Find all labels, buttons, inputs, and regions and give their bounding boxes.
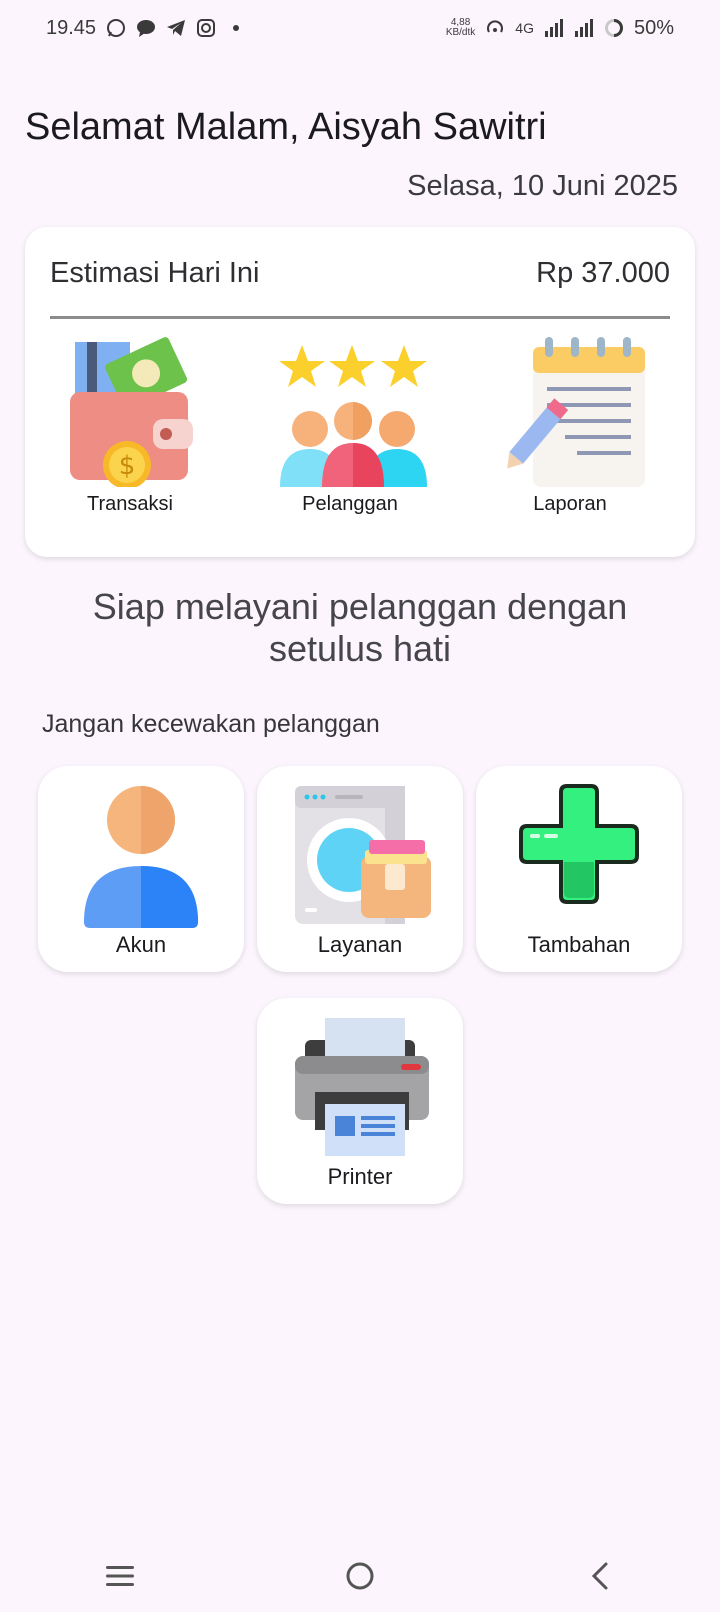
tile-tambahan[interactable]: Tambahan [476,766,682,972]
tagline-line1: Siap melayani pelanggan dengan [92,586,628,627]
menu-laporan[interactable]: Laporan [485,337,655,516]
telegram-icon [166,18,186,38]
tile-layanan-label: Layanan [317,932,403,957]
signal-icon [544,18,564,38]
tagline-line2: setulus hati [268,628,452,669]
status-left: 19.45 [46,17,246,40]
chat-icon [136,18,156,38]
status-time: 19.45 [46,16,97,39]
network-type: 4G [515,20,534,36]
menu-icon[interactable] [90,1546,150,1606]
signal-icon-2 [574,18,594,38]
current-date: Selasa, 10 Juni 2025 [407,170,678,202]
estimate-row: Estimasi Hari Ini Rp 37.000 [50,257,670,290]
status-right: 4,88 KB/dtk 4G 50% [446,17,674,40]
whatsapp-icon [106,18,126,38]
menu-pelanggan[interactable]: Pelanggan [265,337,435,516]
greeting-title: Selamat Malam, Aisyah Sawitri [25,106,547,148]
tile-layanan[interactable]: Layanan [257,766,463,972]
battery-percent: 50% [633,16,674,39]
hotspot-icon [485,18,505,38]
tagline: Siap melayani pelanggan dengan setulus h… [0,586,720,670]
summary-card: Estimasi Hari Ini Rp 37.000 $ Transaksi [25,227,695,557]
washing-machine-icon [295,786,431,924]
dot-icon [226,18,246,38]
menu-transaksi[interactable]: $ Transaksi [45,337,215,516]
section-subheading: Jangan kecewakan pelanggan [42,710,380,738]
customers-icon [279,345,427,487]
status-bar: 19.45 4,88 KB/dtk 4G 50% [0,0,720,56]
tile-akun-label: Akun [115,932,167,957]
system-nav-bar [0,1540,720,1612]
net-speed: 4,88 KB/dtk [446,18,475,38]
printer-icon [295,1018,429,1156]
home-icon[interactable] [330,1546,390,1606]
net-speed-unit: KB/dtk [445,27,476,38]
menu-laporan-label: Laporan [533,493,607,515]
plus-icon [519,784,639,904]
svg-text:$: $ [119,451,136,481]
user-icon [84,786,198,928]
estimate-label: Estimasi Hari Ini [50,257,260,289]
tile-printer[interactable]: Printer [257,998,463,1204]
tile-akun[interactable]: Akun [38,766,244,972]
instagram-icon [196,18,216,38]
menu-transaksi-label: Transaksi [87,493,173,515]
back-icon[interactable] [570,1546,630,1606]
tile-tambahan-label: Tambahan [527,932,631,957]
notepad-icon [507,337,645,487]
tile-printer-label: Printer [327,1164,393,1189]
estimate-amount: Rp 37.000 [536,257,670,289]
battery-icon [604,18,624,38]
menu-pelanggan-label: Pelanggan [302,493,398,515]
wallet-icon: $ [70,337,193,487]
divider [50,316,670,319]
